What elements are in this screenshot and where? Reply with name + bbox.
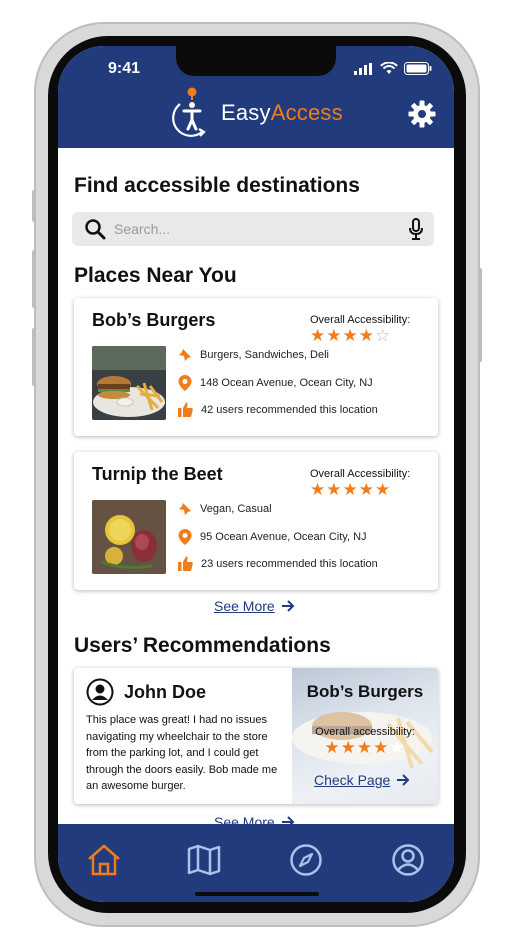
pin-icon (179, 349, 191, 361)
star-icon: ★ (358, 326, 375, 345)
star-outline-icon: ★ (389, 738, 406, 757)
accessibility-label: Overall Accessibility: (310, 314, 411, 326)
status-icons (354, 62, 432, 75)
thumbs-up-icon (178, 402, 193, 417)
thumbs-up-icon (178, 556, 193, 571)
notch (176, 46, 336, 76)
check-page-label: Check Page (314, 772, 391, 788)
home-indicator (195, 892, 319, 896)
battery-icon (404, 62, 432, 75)
place-card-turnip-the-beet[interactable]: Turnip the Beet Overall Accessibility: ★… (74, 452, 438, 590)
compass-icon (290, 844, 322, 876)
user-avatar-icon (86, 678, 114, 706)
recommendation-review: John Doe This place was great! I had no … (74, 668, 292, 804)
star-icon: ★ (375, 480, 392, 499)
star-icon: ★ (324, 738, 341, 757)
recommended-place-name: Bob’s Burgers (306, 682, 424, 701)
tab-home[interactable] (86, 842, 122, 878)
search-input[interactable]: Search... (114, 221, 170, 237)
settings-button[interactable] (408, 100, 436, 133)
app-screen: 9:41 EasyAccess Find accessible destinat… (58, 46, 454, 902)
recommendation-card[interactable]: John Doe This place was great! I had no … (74, 668, 438, 804)
arrow-right-icon (397, 774, 410, 786)
bottom-tab-bar (58, 824, 454, 902)
mute-switch (32, 190, 36, 222)
accessibility-logo-icon (172, 87, 206, 137)
recommendations-heading: Users’ Recommendations (74, 634, 331, 657)
page-title: Find accessible destinations (74, 174, 360, 197)
places-heading: Places Near You (74, 264, 237, 287)
gear-icon (408, 100, 436, 128)
star-icon: ★ (358, 480, 375, 499)
see-more-label: See More (214, 814, 275, 824)
app-logo: EasyAccess (171, 86, 343, 140)
star-icon: ★ (310, 480, 327, 499)
main-content: Find accessible destinations Search... P… (58, 148, 454, 824)
star-icon: ★ (326, 480, 343, 499)
see-more-label: See More (214, 598, 275, 614)
place-recommendations-row: 23 users recommended this location (178, 556, 378, 571)
place-address: 95 Ocean Avenue, Ocean City, NJ (200, 531, 367, 543)
volume-up-button (32, 250, 36, 308)
wifi-icon (380, 62, 398, 74)
arrow-right-icon (281, 600, 295, 612)
map-icon (187, 844, 221, 876)
see-more-recommendations-link[interactable]: See More (214, 814, 295, 824)
arrow-right-icon (281, 816, 295, 824)
star-icon: ★ (342, 326, 359, 345)
place-address-row: 148 Ocean Avenue, Ocean City, NJ (178, 375, 373, 391)
home-icon (88, 844, 120, 876)
star-icon: ★ (356, 738, 374, 757)
reviewer-name: John Doe (124, 682, 207, 702)
tab-profile[interactable] (390, 842, 426, 878)
place-name: Turnip the Beet (92, 464, 223, 484)
place-categories: Vegan, Casual (200, 503, 272, 515)
accessibility-label: Overall accessibility: (315, 726, 415, 738)
recommendation-place-panel: Bob’s Burgers Overall accessibility: ★★★… (292, 668, 438, 804)
star-icon: ★ (326, 326, 343, 345)
location-marker-icon (178, 375, 192, 391)
pin-icon (179, 503, 191, 515)
star-icon: ★ (310, 326, 327, 345)
place-name: Bob’s Burgers (92, 310, 216, 330)
status-time: 9:41 (108, 60, 141, 77)
star-outline-icon: ☆ (375, 326, 392, 345)
place-categories-row: Vegan, Casual (178, 502, 272, 516)
place-categories: Burgers, Sandwiches, Deli (200, 349, 330, 361)
search-icon (85, 219, 106, 240)
see-more-places-link[interactable]: See More (214, 598, 295, 614)
place-card-bobs-burgers[interactable]: Bob’s Burgers Overall Accessibility: ★★★… (74, 298, 438, 436)
star-icon: ★ (342, 480, 359, 499)
place-categories-row: Burgers, Sandwiches, Deli (178, 348, 329, 362)
place-address-row: 95 Ocean Avenue, Ocean City, NJ (178, 529, 367, 545)
place-photo-burger (92, 346, 166, 420)
accessibility-rating: ★★★★★ (310, 480, 391, 500)
place-recommendations-row: 42 users recommended this location (178, 402, 378, 417)
location-marker-icon (178, 529, 192, 545)
star-icon: ★ (340, 738, 357, 757)
accessibility-label: Overall Accessibility: (310, 468, 411, 480)
microphone-icon[interactable] (408, 218, 424, 240)
app-name: EasyAccess (221, 100, 343, 125)
star-icon: ★ (373, 738, 390, 757)
volume-down-button (32, 328, 36, 386)
place-address: 148 Ocean Avenue, Ocean City, NJ (200, 377, 373, 389)
place-photo-beets (92, 500, 166, 574)
place-recommendations: 23 users recommended this location (201, 557, 378, 570)
signal-icon (354, 62, 372, 75)
review-text: This place was great! I had no issues na… (86, 714, 278, 792)
tab-map[interactable] (186, 842, 222, 878)
profile-icon (392, 844, 424, 876)
accessibility-rating: ★★★★☆ (310, 326, 391, 346)
place-recommendations: 42 users recommended this location (201, 403, 378, 416)
power-button (478, 268, 482, 362)
app-header: 9:41 EasyAccess (58, 46, 454, 148)
accessibility-rating: ★★★★★ (292, 738, 438, 758)
check-page-link[interactable]: Check Page (314, 772, 410, 788)
tab-explore[interactable] (288, 842, 324, 878)
search-bar[interactable]: Search... (72, 212, 434, 246)
